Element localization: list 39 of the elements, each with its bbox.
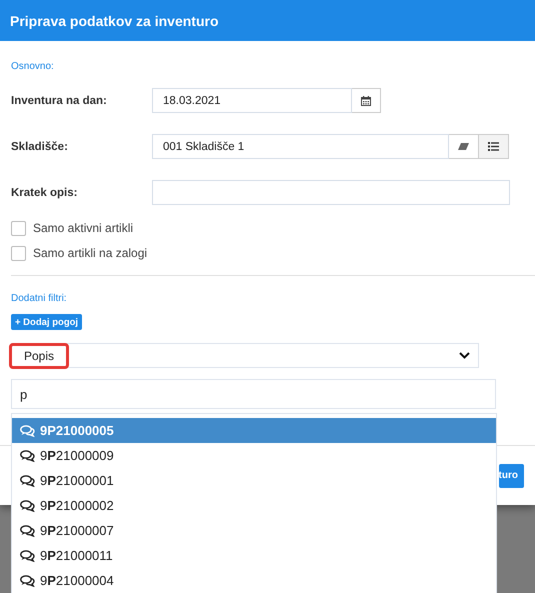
checkbox-label: Samo artikli na zalogi bbox=[33, 246, 148, 260]
checkbox-label: Samo aktivni artikli bbox=[33, 221, 134, 235]
input-field[interactable]: 18.03.2021 bbox=[152, 88, 352, 113]
select-field[interactable]: Popis bbox=[11, 343, 479, 368]
comments-icon bbox=[20, 450, 35, 462]
suggestion-item[interactable]: 9P21000007 bbox=[12, 518, 496, 543]
comments-icon bbox=[20, 524, 35, 536]
input-field[interactable]: p bbox=[11, 379, 496, 409]
comments-icon bbox=[20, 550, 35, 562]
select-value: Popis bbox=[9, 342, 70, 368]
calendar-button[interactable] bbox=[352, 88, 381, 113]
comments-icon bbox=[20, 500, 35, 512]
list-button[interactable] bbox=[479, 134, 509, 159]
field-label: Skladišče: bbox=[11, 140, 69, 152]
suggestion-item[interactable]: 9P21000002 bbox=[12, 493, 496, 518]
chevron-down-icon bbox=[459, 352, 470, 359]
window-title: Priprava podatkov za inventuro bbox=[10, 12, 218, 28]
calendar-icon bbox=[361, 96, 371, 106]
add-condition-button[interactable]: + Dodaj pogoj bbox=[11, 314, 82, 330]
comments-icon bbox=[20, 474, 35, 486]
clear-button[interactable] bbox=[449, 134, 479, 159]
suggestion-item[interactable]: 9P21000011 bbox=[12, 543, 496, 568]
comments-icon bbox=[20, 424, 35, 436]
input-field[interactable]: 001 Skladišče 1 bbox=[152, 134, 449, 159]
confirm-button[interactable]: turo bbox=[498, 464, 524, 488]
eraser-icon bbox=[458, 143, 469, 150]
field-label: Kratek opis: bbox=[11, 186, 78, 198]
section-title: Dodatni filtri: bbox=[11, 292, 68, 306]
field-label: Inventura na dan: bbox=[11, 94, 108, 106]
comments-icon bbox=[20, 574, 35, 586]
input-field[interactable] bbox=[152, 180, 510, 205]
checkbox[interactable] bbox=[11, 246, 26, 260]
section-title: Osnovno: bbox=[11, 60, 55, 74]
suggestion-item[interactable]: 9P21000009 bbox=[12, 443, 496, 468]
suggestion-item[interactable]: 9P21000005 bbox=[12, 418, 496, 443]
list-icon bbox=[488, 142, 499, 151]
checkbox[interactable] bbox=[11, 220, 26, 236]
suggestion-item[interactable]: 9P21000004 bbox=[12, 568, 496, 593]
suggestion-item[interactable]: 9P21000001 bbox=[12, 468, 496, 493]
